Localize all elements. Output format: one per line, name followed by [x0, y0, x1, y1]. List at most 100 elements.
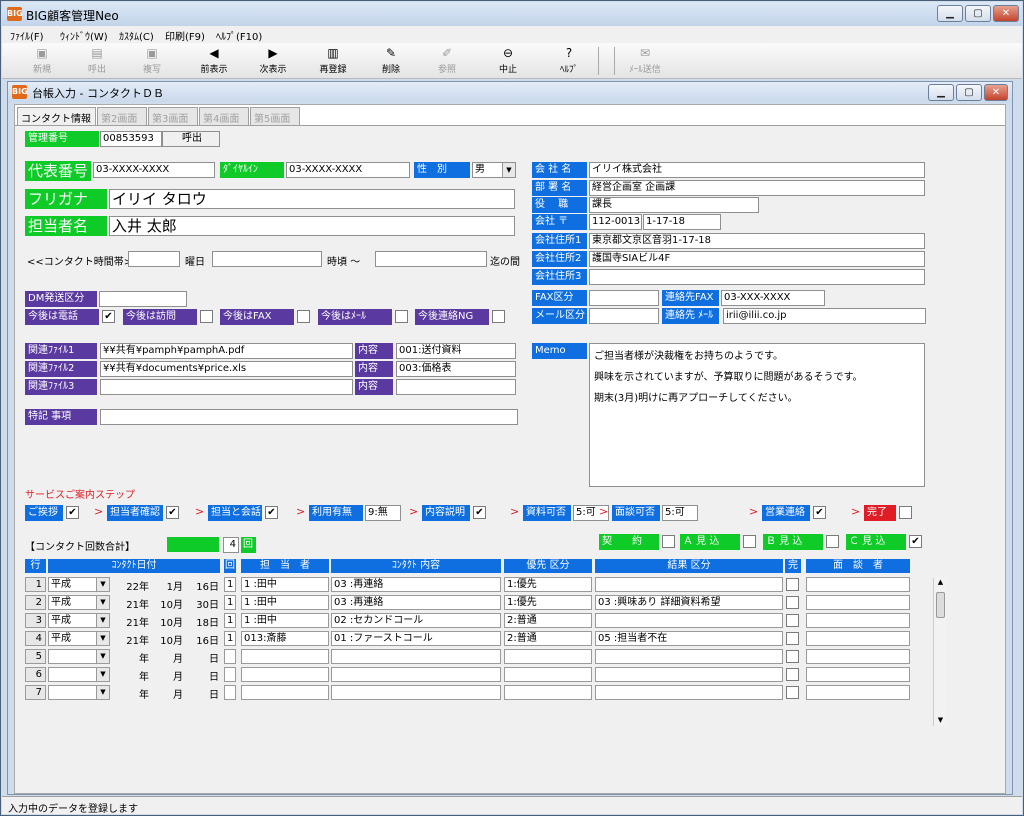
- maximize-button[interactable]: ▢: [965, 5, 991, 22]
- furigana-input[interactable]: イリイ タロウ: [109, 189, 515, 209]
- yusen-cell[interactable]: [504, 649, 592, 664]
- toolbar-copy-button[interactable]: ▣ 複写: [127, 46, 177, 76]
- chevron-down-icon[interactable]: ▼: [96, 614, 109, 627]
- scroll-up-icon[interactable]: ▲: [934, 578, 947, 588]
- chevron-down-icon[interactable]: ▼: [96, 578, 109, 591]
- toolbar-delete-button[interactable]: ✎ 削除: [366, 46, 416, 76]
- menu-custom[interactable]: ｶｽﾀﾑ(C): [119, 28, 154, 43]
- tokki-input[interactable]: [100, 409, 518, 425]
- toolbar-help-button[interactable]: ? ﾍﾙﾌﾟ: [544, 46, 594, 76]
- tab-screen3[interactable]: 第3画面: [148, 107, 198, 125]
- daihyo-input[interactable]: 03-XXXX-XXXX: [93, 162, 215, 178]
- child-maximize-button[interactable]: ▢: [956, 84, 982, 101]
- kekka-cell[interactable]: 03 :興味あり 詳細資料希望: [595, 595, 783, 610]
- file-content-input[interactable]: 003:価格表: [396, 361, 516, 377]
- tab-contact[interactable]: コンタクト情報: [17, 107, 96, 126]
- menu-print[interactable]: 印刷(F9): [165, 28, 205, 43]
- tanto-cell[interactable]: 1 :田中: [241, 577, 329, 592]
- mendan-cell[interactable]: [806, 613, 910, 628]
- youbi-input[interactable]: [128, 251, 180, 267]
- tab-screen5[interactable]: 第5画面: [250, 107, 300, 125]
- scroll-down-icon[interactable]: ▼: [934, 716, 947, 726]
- flag-checkbox[interactable]: [492, 310, 505, 323]
- chevron-down-icon[interactable]: ▼: [96, 650, 109, 663]
- seibetsu-select[interactable]: 男 ▼: [472, 162, 516, 178]
- mikomi-checkbox[interactable]: [826, 535, 839, 548]
- toolbar-stop-button[interactable]: ⊖ 中止: [483, 46, 533, 76]
- dm-input[interactable]: [99, 291, 187, 307]
- child-close-button[interactable]: ✕: [984, 84, 1008, 101]
- era-select[interactable]: 平成 ▼: [48, 613, 110, 628]
- yusen-cell[interactable]: [504, 685, 592, 700]
- era-select[interactable]: 平成 ▼: [48, 595, 110, 610]
- yusen-cell[interactable]: 1:優先: [504, 595, 592, 610]
- mikomi-checkbox[interactable]: [743, 535, 756, 548]
- company-input[interactable]: 経営企画室 企画課: [589, 180, 925, 196]
- toolbar-folder-button[interactable]: ▤ 呼出: [72, 46, 122, 76]
- kekka-cell[interactable]: [595, 613, 783, 628]
- close-button[interactable]: ✕: [993, 5, 1019, 22]
- company-input[interactable]: イリイ株式会社: [589, 162, 925, 178]
- toolbar-next-button[interactable]: ▶ 次表示: [248, 46, 298, 76]
- era-select[interactable]: ▼: [48, 667, 110, 682]
- mendan-cell[interactable]: [806, 631, 910, 646]
- mendan-cell[interactable]: [806, 649, 910, 664]
- era-select[interactable]: 平成 ▼: [48, 577, 110, 592]
- kan-checkbox[interactable]: [786, 596, 799, 609]
- toolbar-new-button[interactable]: ▣ 新規: [17, 46, 67, 76]
- naiyo-cell[interactable]: [331, 667, 501, 682]
- naiyo-cell[interactable]: 03 :再連絡: [331, 577, 501, 592]
- company-input[interactable]: 課長: [589, 197, 759, 213]
- kekka-cell[interactable]: [595, 685, 783, 700]
- chevron-down-icon[interactable]: ▼: [96, 632, 109, 645]
- flag-checkbox[interactable]: [297, 310, 310, 323]
- scroll-thumb[interactable]: [936, 592, 945, 618]
- flag-checkbox[interactable]: ✔: [102, 310, 115, 323]
- naiyo-cell[interactable]: [331, 685, 501, 700]
- step-checkbox[interactable]: [899, 506, 912, 519]
- naiyo-cell[interactable]: 01 :ファーストコール: [331, 631, 501, 646]
- tanto-cell[interactable]: [241, 649, 329, 664]
- era-select[interactable]: ▼: [48, 685, 110, 700]
- flag-checkbox[interactable]: [395, 310, 408, 323]
- chevron-down-icon[interactable]: ▼: [96, 668, 109, 681]
- zip1-input[interactable]: 112-0013: [589, 214, 642, 230]
- address-input[interactable]: [589, 269, 925, 285]
- tab-screen4[interactable]: 第4画面: [199, 107, 249, 125]
- step-value-input[interactable]: 9:無: [365, 505, 401, 521]
- toolbar-refer-button[interactable]: ✐ 参照: [422, 46, 472, 76]
- file-content-input[interactable]: [396, 379, 516, 395]
- toolbar-mail-button[interactable]: ✉ ﾒｰﾙ送信: [620, 46, 670, 76]
- time-to-input[interactable]: [375, 251, 487, 267]
- tanto-cell[interactable]: 1 :田中: [241, 595, 329, 610]
- yobidashi-button[interactable]: 呼出: [162, 131, 220, 147]
- chevron-down-icon[interactable]: ▼: [96, 686, 109, 699]
- time-from-input[interactable]: [212, 251, 322, 267]
- era-select[interactable]: ▼: [48, 649, 110, 664]
- file-path-input[interactable]: ¥¥共有¥documents¥price.xls: [100, 361, 353, 377]
- mikomi-checkbox[interactable]: [662, 535, 675, 548]
- kekka-cell[interactable]: [595, 667, 783, 682]
- kan-checkbox[interactable]: [786, 686, 799, 699]
- naiyo-cell[interactable]: [331, 649, 501, 664]
- mendan-cell[interactable]: [806, 685, 910, 700]
- kekka-cell[interactable]: [595, 577, 783, 592]
- mail-kubun-input[interactable]: [589, 308, 659, 324]
- minimize-button[interactable]: ▁: [937, 5, 963, 22]
- kan-checkbox[interactable]: [786, 632, 799, 645]
- era-select[interactable]: 平成 ▼: [48, 631, 110, 646]
- step-checkbox[interactable]: ✔: [265, 506, 278, 519]
- mikomi-checkbox[interactable]: ✔: [909, 535, 922, 548]
- step-checkbox[interactable]: ✔: [473, 506, 486, 519]
- kekka-cell[interactable]: [595, 649, 783, 664]
- address-input[interactable]: 護国寺SIAビル4F: [589, 251, 925, 267]
- yusen-cell[interactable]: 2:普通: [504, 631, 592, 646]
- kan-checkbox[interactable]: [786, 578, 799, 591]
- yusen-cell[interactable]: 1:優先: [504, 577, 592, 592]
- flag-checkbox[interactable]: [200, 310, 213, 323]
- tanto-cell[interactable]: 013:斎藤: [241, 631, 329, 646]
- memo-textarea[interactable]: ご担当者様が決裁権をお持ちのようです。 興味を示されていますが、予算取りに問題があ…: [589, 343, 925, 487]
- menu-file[interactable]: ﾌｧｲﾙ(F): [10, 28, 44, 43]
- mendan-cell[interactable]: [806, 595, 910, 610]
- toolbar-save-button[interactable]: ▥ 再登録: [308, 46, 358, 76]
